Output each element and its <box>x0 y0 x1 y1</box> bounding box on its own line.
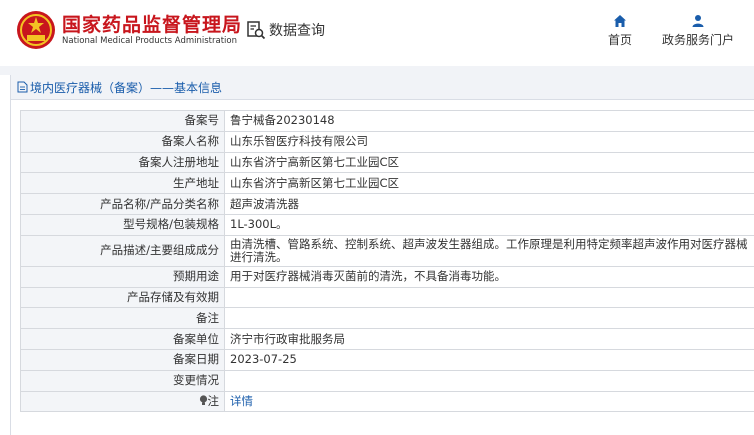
field-value: 由清洗槽、管路系统、控制系统、超声波发生器组成。工作原理是利用特定频率超声波作用… <box>224 234 754 267</box>
logo-subtitle[interactable]: National Medical Products Administration <box>62 36 237 46</box>
field-label: 注 <box>207 393 220 408</box>
field-label: 产品名称/产品分类名称 <box>20 193 225 215</box>
site-header: 国家药品监督管理局 National Medical Products Admi… <box>0 0 754 66</box>
table-row: 备注 <box>20 307 754 330</box>
field-value: 用于对医疗器械消毒灭菌前的清洗，不具备消毒功能。 <box>224 265 754 288</box>
table-row: 备案日期 2023-07-25 <box>20 348 754 371</box>
nav-service-portal[interactable]: 政务服务门户 <box>662 14 734 48</box>
data-query-label: 数据查询 <box>269 23 325 39</box>
field-value: 山东乐智医疗科技有限公司 <box>224 130 754 153</box>
field-label: 备案日期 <box>20 348 225 371</box>
field-label: 变更情况 <box>20 369 225 392</box>
data-query-link[interactable]: 数据查询 <box>246 20 325 40</box>
field-value: 1L-300L。 <box>224 213 754 236</box>
field-value: 超声波清洗器 <box>224 193 754 215</box>
field-label: 备案单位 <box>20 328 225 350</box>
field-value: 山东省济宁高新区第七工业园C区 <box>224 151 754 174</box>
breadcrumb: 境内医疗器械（备案）——基本信息 <box>11 75 754 100</box>
bulb-icon <box>199 395 207 405</box>
document-icon <box>17 81 28 93</box>
table-row: 备案人注册地址 山东省济宁高新区第七工业园C区 <box>20 151 754 174</box>
home-icon <box>614 15 626 27</box>
field-value <box>224 286 754 309</box>
field-value <box>224 369 754 392</box>
field-value: 鲁宁械备20230148 <box>224 110 754 132</box>
field-label: 备注 <box>20 307 225 330</box>
content-panel: 境内医疗器械（备案）——基本信息 备案号 鲁宁械备20230148 备案人名称 … <box>10 75 754 435</box>
field-value: 2023-07-25 <box>224 348 754 371</box>
field-label: 型号规格/包装规格 <box>20 213 225 236</box>
nav-home[interactable]: 首页 <box>608 14 632 48</box>
table-row: 型号规格/包装规格 1L-300L。 <box>20 213 754 236</box>
nav-home-label: 首页 <box>608 33 633 47</box>
breadcrumb-text[interactable]: 境内医疗器械（备案）——基本信息 <box>30 79 222 96</box>
table-row: 备案单位 济宁市行政审批服务局 <box>20 328 754 350</box>
search-document-icon <box>247 21 266 40</box>
nav-service-portal-label: 政务服务门户 <box>662 33 735 47</box>
field-label: 生产地址 <box>20 172 225 195</box>
table-row: 注 详情 <box>20 390 754 413</box>
field-value: 济宁市行政审批服务局 <box>224 328 754 350</box>
table-row: 产品存储及有效期 <box>20 286 754 309</box>
header-divider <box>0 66 754 75</box>
field-label: 备案人名称 <box>20 130 225 153</box>
national-emblem-icon <box>17 11 55 49</box>
field-value: 山东省济宁高新区第七工业园C区 <box>224 172 754 195</box>
table-row: 产品描述/主要组成成分 由清洗槽、管路系统、控制系统、超声波发生器组成。工作原理… <box>20 234 754 267</box>
field-label: 产品存储及有效期 <box>20 286 225 309</box>
field-label: 产品描述/主要组成成分 <box>20 234 225 267</box>
table-row: 备案人名称 山东乐智医疗科技有限公司 <box>20 130 754 153</box>
details-link[interactable]: 详情 <box>230 394 253 408</box>
user-icon <box>692 15 704 27</box>
table-row: 预期用途 用于对医疗器械消毒灭菌前的清洗，不具备消毒功能。 <box>20 265 754 288</box>
table-row: 备案号 鲁宁械备20230148 <box>20 110 754 132</box>
table-row: 产品名称/产品分类名称 超声波清洗器 <box>20 193 754 215</box>
note-label-cell: 注 <box>20 390 225 413</box>
table-row: 生产地址 山东省济宁高新区第七工业园C区 <box>20 172 754 195</box>
record-detail-table: 备案号 鲁宁械备20230148 备案人名称 山东乐智医疗科技有限公司 备案人注… <box>20 110 754 413</box>
table-row: 变更情况 <box>20 369 754 392</box>
field-value <box>224 307 754 330</box>
field-label: 备案号 <box>20 110 225 132</box>
field-label: 预期用途 <box>20 265 225 288</box>
field-label: 备案人注册地址 <box>20 151 225 174</box>
logo-title[interactable]: 国家药品监督管理局 <box>62 10 242 37</box>
